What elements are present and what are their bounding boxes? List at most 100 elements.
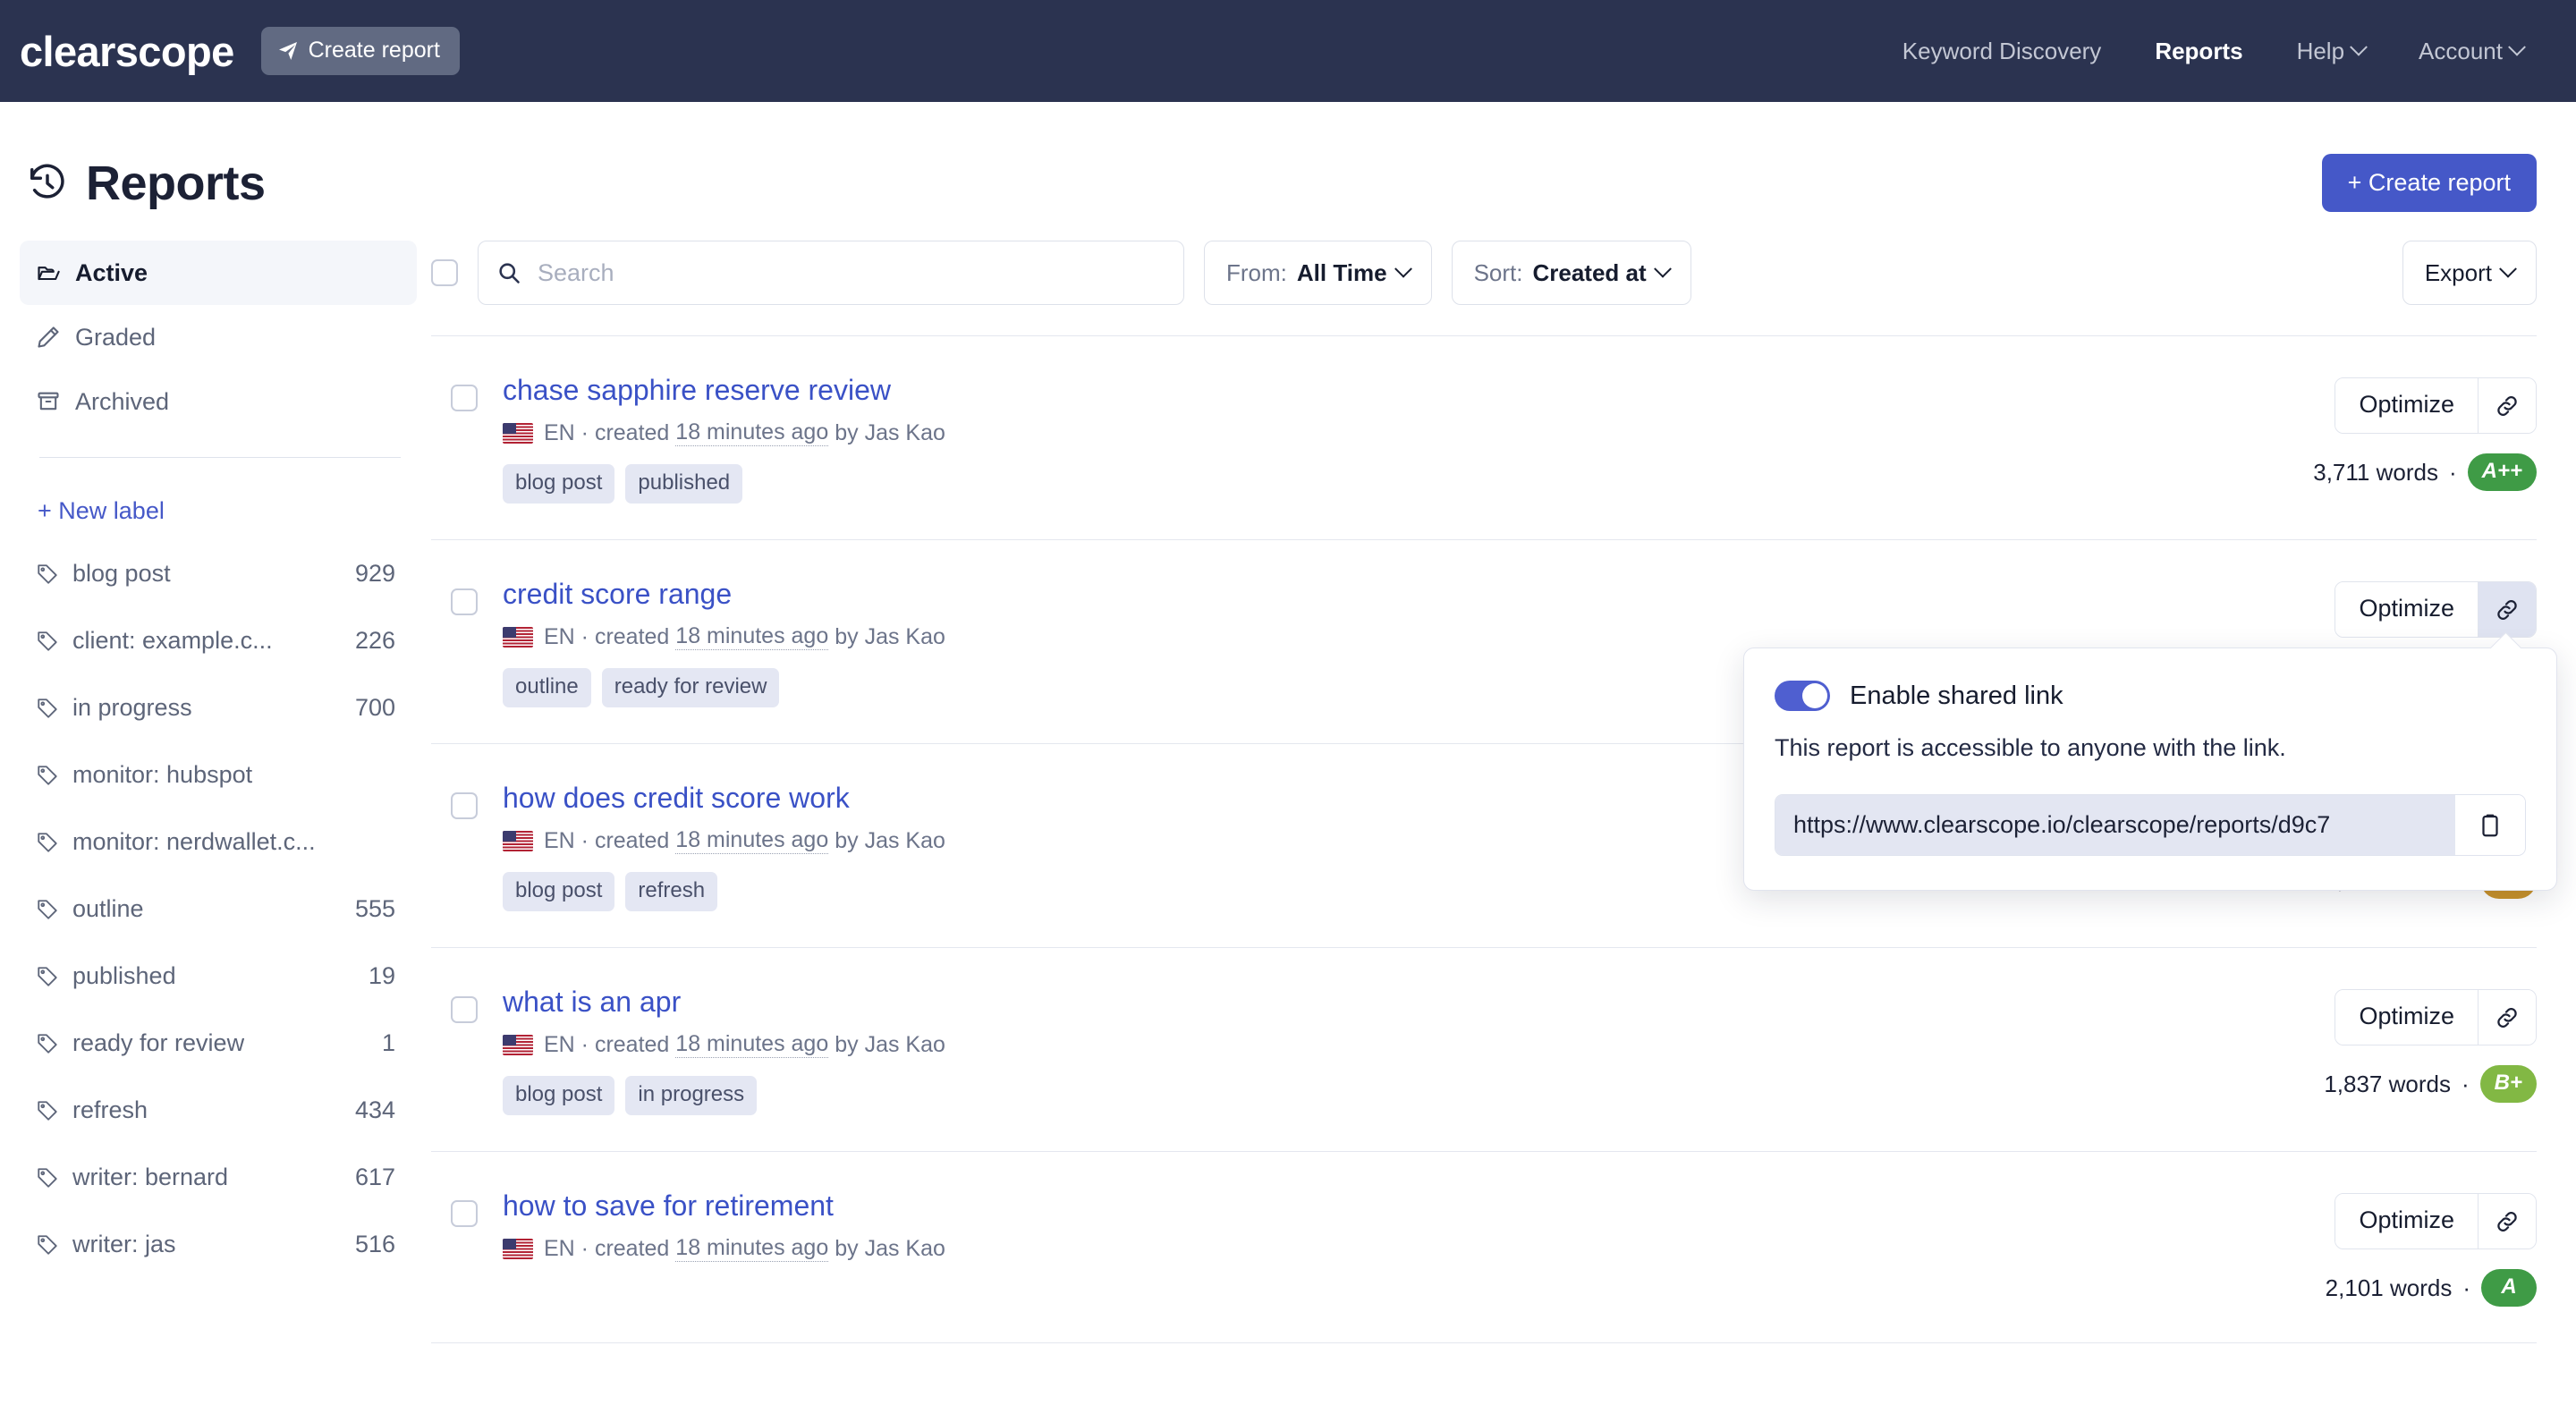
report-tag-chip[interactable]: blog post [503, 464, 615, 504]
sidebar-label-item[interactable]: writer: bernard 617 [20, 1144, 417, 1211]
report-stats: 2,101 words · A [2326, 1269, 2537, 1307]
report-created-prefix: created [594, 1031, 670, 1057]
report-tag-chip[interactable]: blog post [503, 872, 615, 911]
optimize-button[interactable]: Optimize [2335, 990, 2479, 1045]
from-filter-value: All Time [1296, 258, 1387, 286]
report-tags: blog post published [503, 464, 2268, 504]
navbar-create-report-button[interactable]: Create report [260, 27, 460, 75]
share-link-button[interactable] [2479, 378, 2536, 433]
navbar-create-report-label: Create report [308, 38, 440, 63]
report-stats: 1,837 words · B+ [2324, 1065, 2537, 1103]
sidebar-label-item[interactable]: client: example.c... 226 [20, 607, 417, 674]
report-row-checkbox[interactable] [451, 996, 478, 1023]
new-label-button[interactable]: + New label [20, 481, 417, 540]
report-row-actions: Optimize 3,711 words · A++ [2268, 374, 2537, 491]
sidebar-label-name: ready for review [72, 1029, 245, 1056]
link-icon [2494, 597, 2521, 623]
report-tag-chip[interactable]: in progress [625, 1076, 758, 1115]
report-grade-badge: A [2481, 1269, 2537, 1307]
report-created-time[interactable]: 18 minutes ago [675, 623, 829, 650]
report-title-link[interactable]: what is an apr [503, 986, 681, 1019]
report-tag-chip[interactable]: blog post [503, 1076, 615, 1115]
optimize-button[interactable]: Optimize [2335, 1194, 2479, 1248]
copy-link-button[interactable] [2455, 795, 2525, 855]
report-row-checkbox[interactable] [451, 588, 478, 615]
sidebar-item-graded[interactable]: Graded [20, 305, 417, 369]
create-report-button[interactable]: + Create report [2321, 154, 2537, 212]
sidebar-label-name: in progress [72, 694, 192, 721]
share-url-input[interactable] [1775, 795, 2455, 855]
sidebar-label-item[interactable]: ready for review 1 [20, 1010, 417, 1077]
sidebar-label-item[interactable]: writer: jas 516 [20, 1211, 417, 1278]
report-tags: blog post in progress [503, 1076, 2268, 1115]
nav-account[interactable]: Account [2419, 37, 2526, 65]
select-all-checkbox[interactable] [431, 259, 458, 286]
sidebar-label-count: 617 [354, 1164, 395, 1190]
report-created-prefix: created [594, 623, 670, 649]
nav-help[interactable]: Help [2296, 37, 2368, 65]
sidebar-label-count: 929 [354, 560, 395, 587]
sidebar-label-item[interactable]: monitor: hubspot [20, 741, 417, 808]
sidebar-label-item[interactable]: monitor: nerdwallet.c... [20, 808, 417, 876]
report-created-time[interactable]: 18 minutes ago [675, 1235, 829, 1262]
nav-reports[interactable]: Reports [2155, 38, 2242, 65]
enable-shared-link-label: Enable shared link [1850, 681, 2063, 710]
page-title: Reports [86, 156, 266, 210]
chevron-down-icon [2499, 259, 2517, 278]
report-row: chase sapphire reserve review EN · create… [431, 336, 2537, 540]
nav-help-label: Help [2296, 37, 2345, 64]
share-toggle-row: Enable shared link [1775, 681, 2526, 711]
report-created-time[interactable]: 18 minutes ago [675, 419, 829, 446]
report-title-link[interactable]: how does credit score work [503, 782, 850, 815]
sidebar-label-item[interactable]: blog post 929 [20, 540, 417, 607]
share-link-button[interactable] [2479, 990, 2536, 1045]
archive-icon [36, 389, 61, 414]
share-description: This report is accessible to anyone with… [1775, 734, 2286, 761]
sidebar-item-active[interactable]: Active [20, 241, 417, 305]
brand-logo[interactable]: clearscope [20, 27, 234, 76]
sidebar-divider [39, 457, 401, 458]
optimize-group: Optimize [2334, 377, 2537, 434]
search-box[interactable] [478, 241, 1184, 305]
stats-separator: · [2462, 1274, 2470, 1301]
report-row-checkbox[interactable] [451, 792, 478, 819]
report-created-prefix: created [594, 827, 670, 853]
nav-account-label: Account [2419, 37, 2503, 64]
sidebar: Active Graded Archived + New label blog … [20, 241, 431, 1343]
report-tag-chip[interactable]: published [625, 464, 743, 504]
sidebar-item-archived-label: Archived [75, 387, 170, 415]
from-filter-button[interactable]: From: All Time [1204, 241, 1432, 305]
enable-shared-link-toggle[interactable] [1775, 681, 1830, 711]
sidebar-label-name: refresh [72, 1096, 148, 1123]
report-tag-chip[interactable]: outline [503, 668, 591, 707]
nav-keyword-discovery[interactable]: Keyword Discovery [1902, 38, 2102, 65]
page-title-wrap: Reports [27, 156, 266, 211]
sidebar-item-archived[interactable]: Archived [20, 369, 417, 434]
sidebar-label-item[interactable]: refresh 434 [20, 1077, 417, 1144]
optimize-button[interactable]: Optimize [2335, 582, 2479, 637]
report-created-time[interactable]: 18 minutes ago [675, 1031, 829, 1058]
report-author: Jas Kao [864, 827, 945, 853]
sidebar-label-name: monitor: nerdwallet.c... [72, 828, 316, 855]
report-title-link[interactable]: chase sapphire reserve review [503, 374, 891, 407]
optimize-button[interactable]: Optimize [2335, 378, 2479, 433]
sidebar-label-item[interactable]: in progress 700 [20, 674, 417, 741]
sidebar-label-list: blog post 929 client: example.c... 226 in pr… [20, 540, 417, 1278]
share-link-button[interactable] [2479, 1194, 2536, 1248]
report-title-link[interactable]: how to save for retirement [503, 1189, 834, 1223]
report-tag-chip[interactable]: refresh [625, 872, 718, 911]
export-button[interactable]: Export [2402, 241, 2537, 305]
report-title-link[interactable]: credit score range [503, 578, 732, 611]
tag-icon [36, 563, 59, 586]
report-row-checkbox[interactable] [451, 385, 478, 411]
sidebar-label-item[interactable]: published 19 [20, 943, 417, 1010]
report-tag-chip[interactable]: ready for review [601, 668, 780, 707]
new-label-text: + New label [38, 496, 165, 524]
us-flag-icon [503, 830, 533, 851]
sidebar-label-item[interactable]: outline 555 [20, 876, 417, 943]
search-input[interactable] [538, 258, 1165, 287]
report-row-checkbox[interactable] [451, 1200, 478, 1227]
sort-filter-button[interactable]: Sort: Created at [1451, 241, 1691, 305]
report-created-time[interactable]: 18 minutes ago [675, 827, 829, 854]
share-link-button[interactable] [2479, 582, 2536, 637]
